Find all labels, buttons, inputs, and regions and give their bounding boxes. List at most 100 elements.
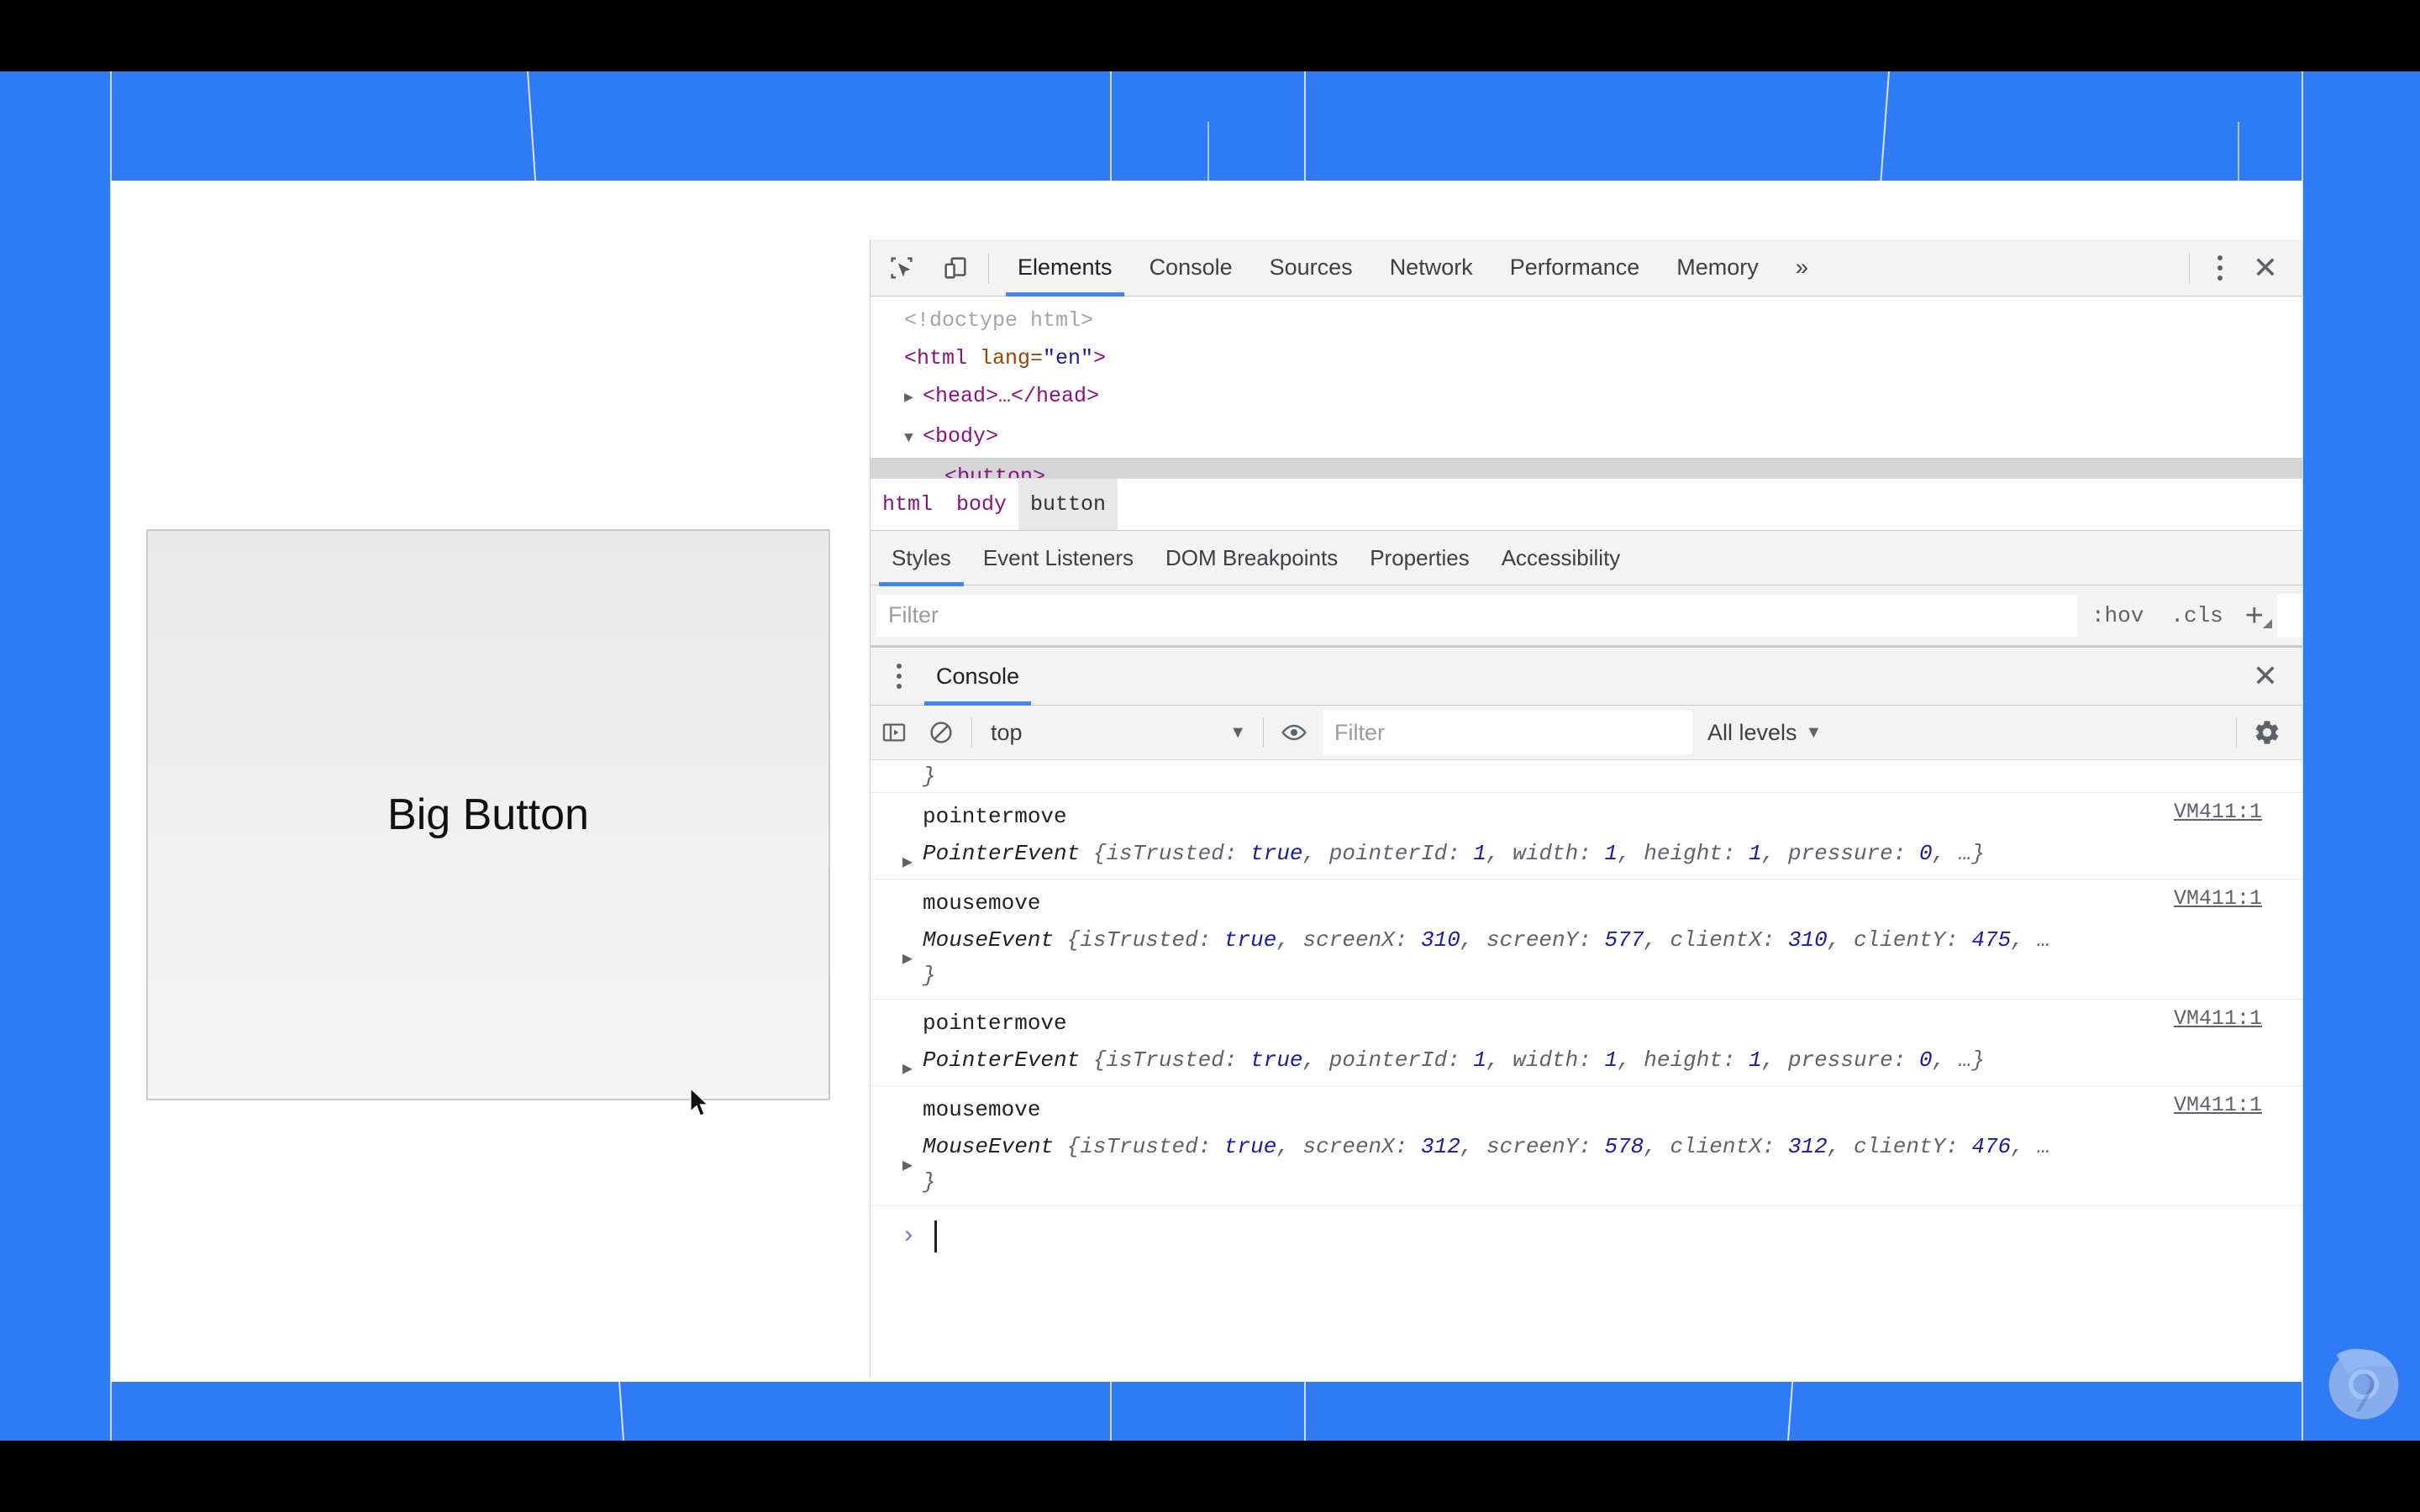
console-levels-select[interactable]: All levels ▼ [1692,720,1837,746]
inspect-element-icon[interactable] [879,245,924,291]
live-expression-icon[interactable] [1270,709,1318,756]
console-message[interactable]: mousemove VM411:1 ▶ MouseEvent {isTrusted… [871,1086,2302,1206]
tab-accessibility[interactable]: Accessibility [1486,530,1637,585]
tab-console[interactable]: Console [1131,239,1251,297]
html-tag: <html [904,346,981,370]
prop-key-1: screenX [1302,1134,1395,1159]
prop-val-4: 476 [1971,1134,2012,1159]
object-tail: , … [2011,1134,2051,1159]
tab-sources[interactable]: Sources [1251,239,1371,297]
prop-key-4: pressure [1787,841,1893,866]
dom-row-body[interactable]: ▼ <body> [871,417,2302,458]
tab-dom-breakpoints-label: DOM Breakpoints [1165,544,1339,570]
tab-properties[interactable]: Properties [1354,530,1486,585]
tab-dom-breakpoints[interactable]: DOM Breakpoints [1150,530,1354,585]
tab-styles[interactable]: Styles [876,530,967,586]
button-open-tag: <button> [944,465,1046,478]
new-style-rule-label: + [2244,597,2264,633]
drawer-tab-console[interactable]: Console [919,647,1036,706]
kebab-menu-icon[interactable] [2200,255,2240,281]
chevron-right-icon[interactable]: ▶ [904,380,923,417]
console-message-label: mousemove [923,1097,1041,1122]
tab-memory[interactable]: Memory [1658,239,1777,297]
prop-key-3: clientX [1670,1134,1762,1159]
prop-key-4: pressure [1787,1047,1893,1073]
new-style-rule-button[interactable]: + [2237,600,2275,632]
drawer-close-icon[interactable]: ✕ [2240,659,2291,694]
console-sidebar-icon[interactable] [871,709,918,756]
console-message-object[interactable]: ▶ PointerEvent {isTrusted: true, pointerI… [871,1042,2302,1079]
prop-val-1: 1 [1473,1047,1487,1073]
prop-val-0: true [1223,1134,1277,1159]
chevron-right-icon[interactable]: ▶ [902,1148,913,1185]
object-tail: , …} [1932,841,1986,866]
dom-row-head[interactable]: ▶ <head>…</head> [871,377,2302,417]
tab-performance[interactable]: Performance [1491,239,1659,297]
big-button[interactable]: Big Button [146,529,830,1100]
prop-val-3: 310 [1787,927,1828,953]
object-wrapped-brace: } [923,1169,936,1194]
console-message-object[interactable]: ▶ PointerEvent {isTrusted: true, pointerI… [871,835,2302,873]
dom-tree[interactable]: <!doctype html> <html lang="en"> ▶ <head>… [871,297,2302,478]
drawer-kebab-menu-icon[interactable] [879,664,919,689]
console-message-source-link[interactable]: VM411:1 [2174,1006,2262,1031]
tab-overflow-chevron-icon[interactable]: » [1777,239,1827,297]
breadcrumb-item-body[interactable]: body [944,479,1018,530]
chevron-right-icon[interactable]: ▶ [902,942,913,979]
cls-toggle-button[interactable]: .cls [2157,603,2236,628]
console-message-source-link[interactable]: VM411:1 [2174,886,2262,911]
console-filter-input[interactable]: Filter [1323,711,1692,754]
device-toolbar-icon[interactable] [933,245,978,291]
dom-row-html[interactable]: <html lang="en"> [871,339,2302,377]
console-message-object[interactable]: ▶ MouseEvent {isTrusted: true, screenX: 3… [871,921,2302,969]
chevron-right-icon[interactable]: ▶ [902,845,913,882]
console-filter-placeholder: Filter [1334,719,1385,745]
drawer-tab-console-label: Console [936,663,1020,689]
console-context-value: top [991,719,1023,745]
breadcrumb-item-html[interactable]: html [871,479,944,530]
console-message[interactable]: mousemove VM411:1 ▶ MouseEvent {isTrusted… [871,879,2302,1000]
console-message-source-link[interactable]: VM411:1 [2174,1093,2262,1117]
console-context-select[interactable]: top ▼ [979,709,1256,756]
prop-key-1: screenX [1302,927,1395,953]
hov-toggle-button[interactable]: :hov [2078,603,2157,628]
tab-console-label: Console [1149,255,1233,280]
object-tail: , …} [1932,1047,1986,1073]
console-prompt[interactable]: › [871,1206,2302,1267]
tab-network[interactable]: Network [1371,239,1491,297]
dom-row-button-open[interactable]: … <button> [871,458,2302,478]
doctype-text: <!doctype html> [904,308,1094,333]
breadcrumb-item-button[interactable]: button [1018,479,1118,530]
console-message[interactable]: pointermove VM411:1 ▶ PointerEvent {isTru… [871,793,2302,879]
breadcrumb-label-html: html [882,492,934,517]
console-levels-value: All levels [1707,719,1797,745]
hov-toggle-label: :hov [2091,602,2144,628]
gear-icon[interactable] [2244,709,2291,756]
tab-performance-label: Performance [1509,255,1640,280]
prop-key-3: height [1644,1047,1723,1073]
console-message-label: pointermove [923,804,1067,829]
prompt-chevron-icon: › [901,1222,917,1251]
chevron-down-icon[interactable]: ▼ [904,420,923,458]
console-message-source-link[interactable]: VM411:1 [2174,800,2262,824]
prop-key-2: width [1512,841,1579,866]
tab-event-listeners-label: Event Listeners [982,544,1134,570]
prop-key-0: isTrusted [1106,1047,1224,1073]
body-tag: <body> [923,424,999,449]
console-message-list[interactable]: } pointermove VM411:1 ▶ PointerEvent {isT… [871,760,2302,1378]
console-message-object[interactable]: ▶ MouseEvent {isTrusted: true, screenX: 3… [871,1128,2302,1176]
dom-row-doctype[interactable]: <!doctype html> [871,302,2302,339]
console-toolbar-divider-3 [2236,718,2237,747]
console-toolbar-divider [971,718,972,747]
tab-event-listeners[interactable]: Event Listeners [967,530,1150,585]
close-icon[interactable]: ✕ [2240,250,2291,286]
prop-val-0: true [1250,1047,1303,1073]
prop-key-3: height [1644,841,1723,866]
styles-filter-input[interactable]: Filter [876,593,2078,638]
console-message[interactable]: pointermove VM411:1 ▶ PointerEvent {isTru… [871,1000,2302,1086]
tab-elements[interactable]: Elements [999,239,1131,297]
chevron-right-icon[interactable]: ▶ [902,1052,913,1089]
clear-console-icon[interactable] [918,709,965,756]
node-badge[interactable]: … [876,458,890,478]
tab-sources-label: Sources [1269,255,1353,280]
